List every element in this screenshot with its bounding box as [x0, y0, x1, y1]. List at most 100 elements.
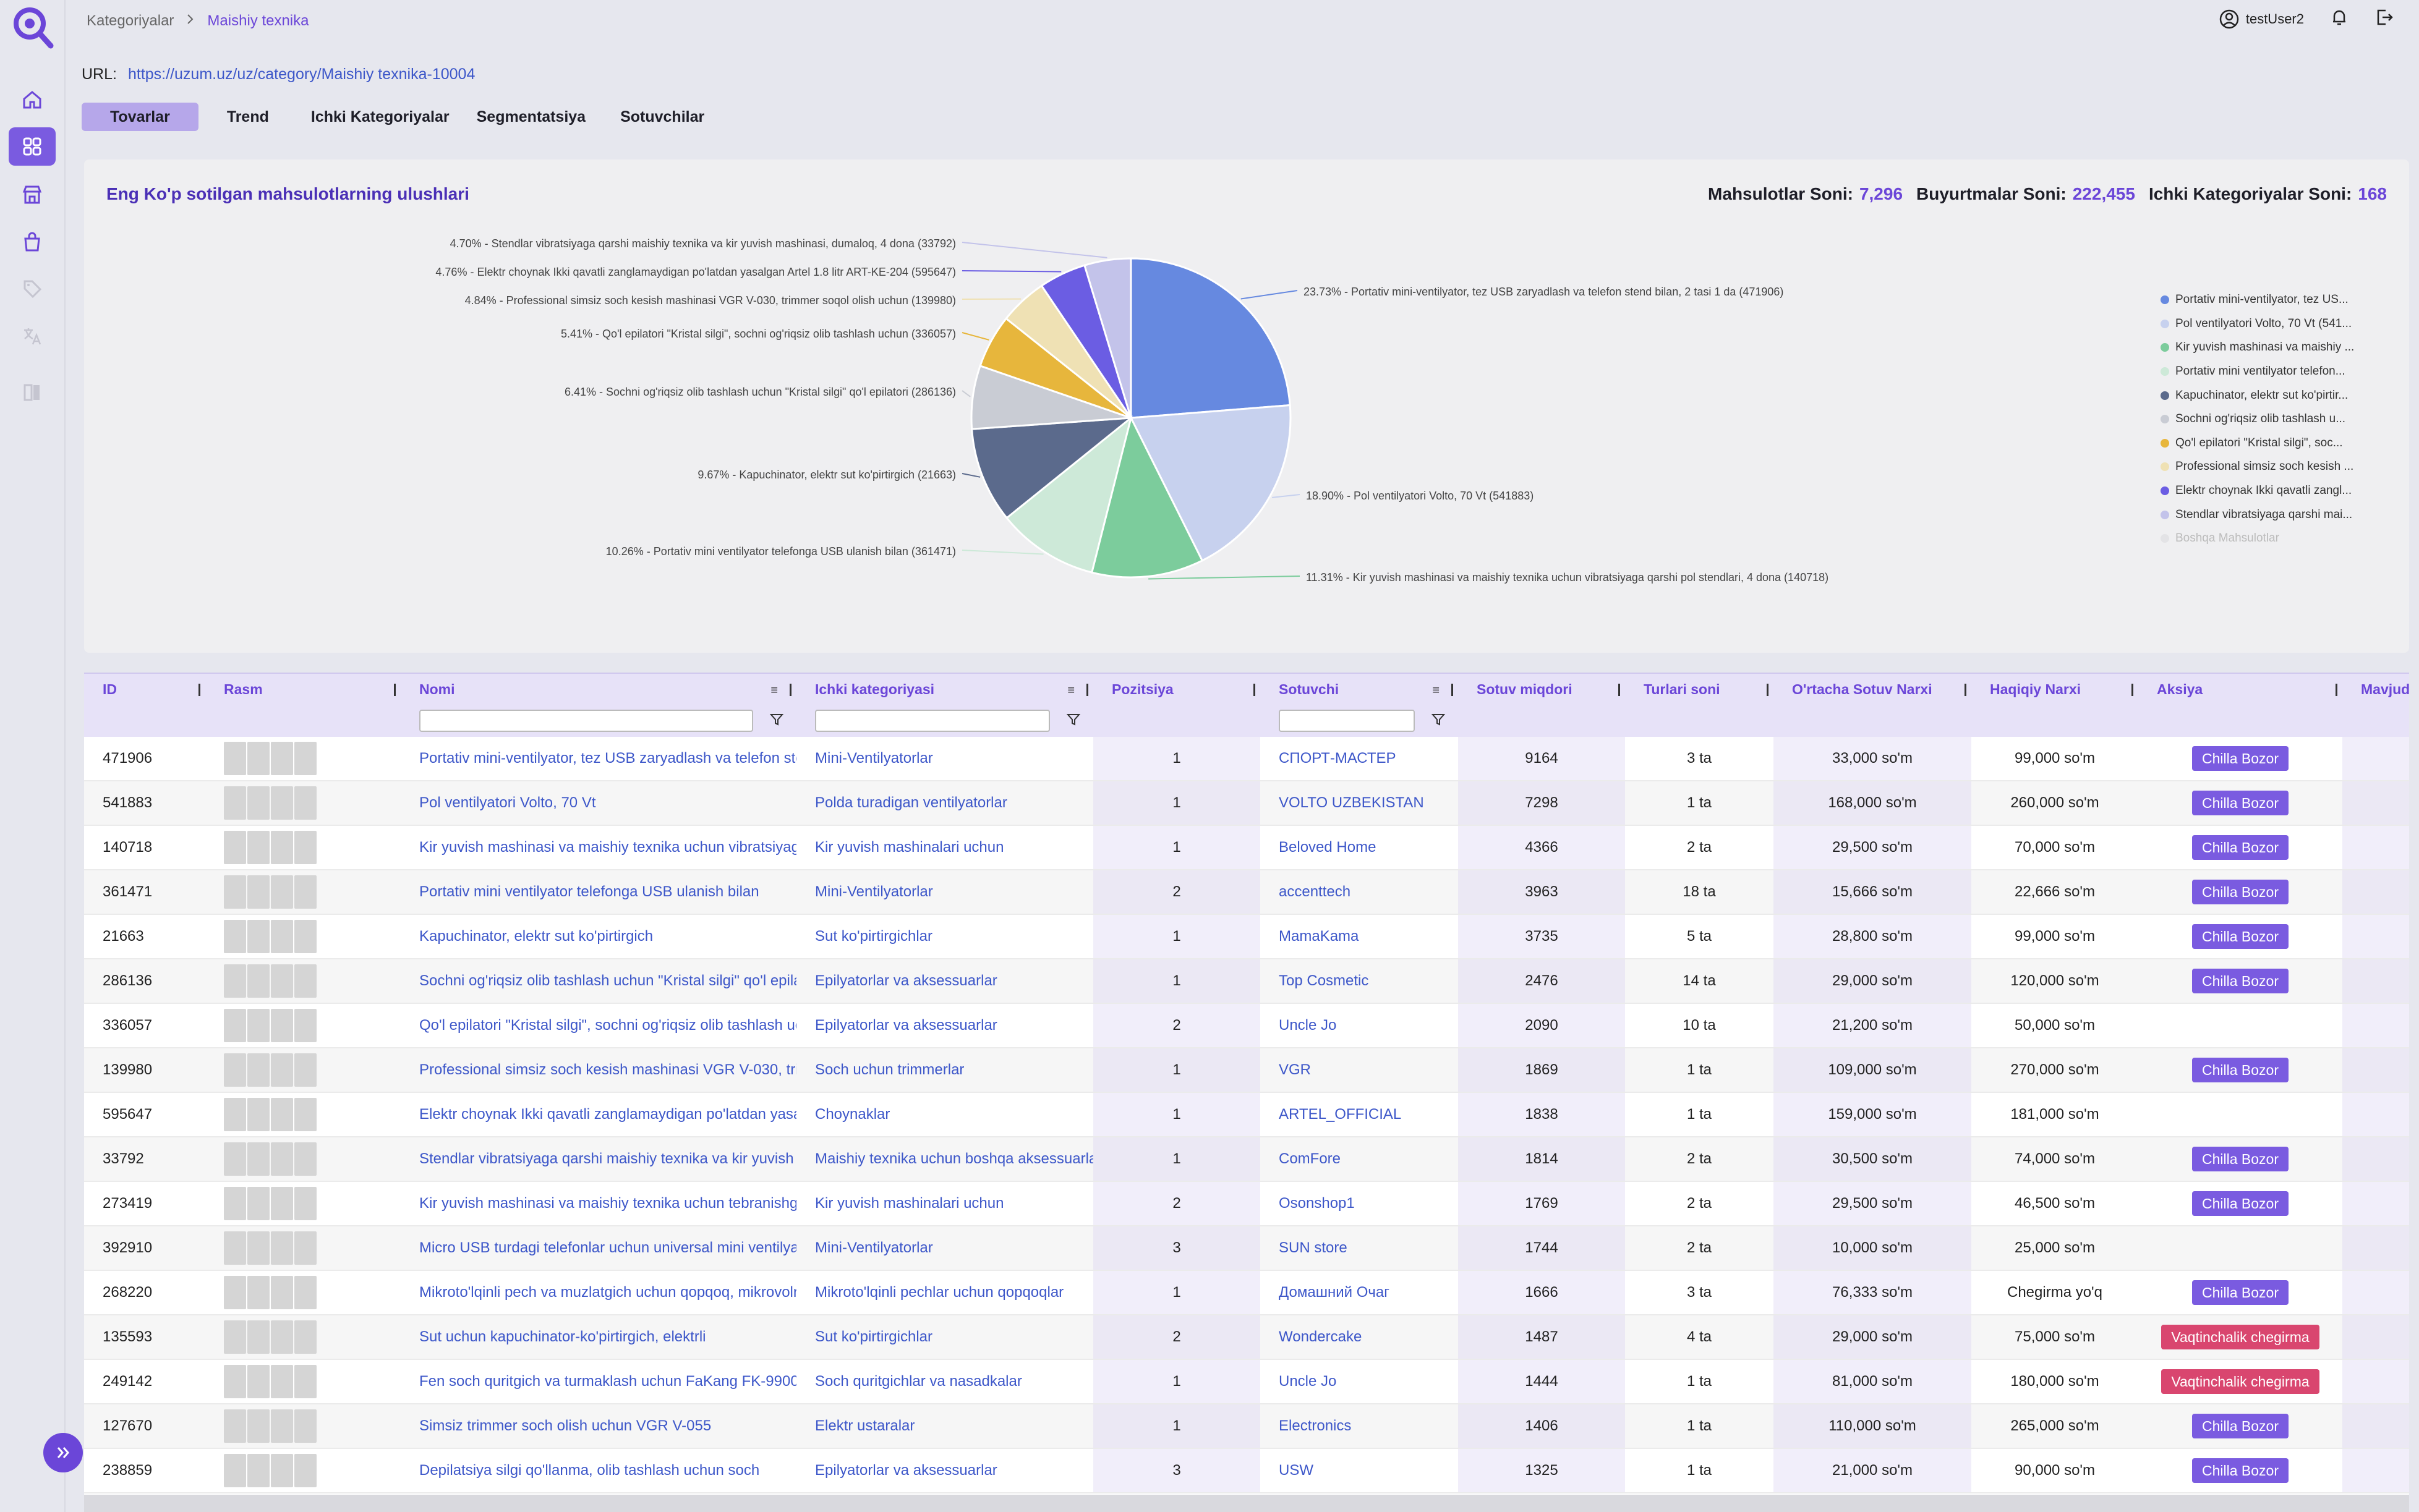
table-cell-sotuvchi[interactable]: Uncle Jo	[1260, 1360, 1458, 1403]
table-cell-nomi[interactable]: Simsiz trimmer soch olish uchun VGR V-05…	[401, 1404, 796, 1448]
column-header[interactable]: Mavjud miqdori	[2342, 674, 2409, 705]
table-cell-sotuvchi[interactable]: СПОРТ-МАСТЕР	[1260, 737, 1458, 780]
store-icon[interactable]	[9, 176, 56, 214]
home-icon[interactable]	[9, 80, 56, 119]
product-thumbnail[interactable]	[224, 920, 317, 953]
column-resize-handle[interactable]	[2336, 684, 2337, 696]
tab-tovarlar[interactable]: Tovarlar	[82, 103, 198, 131]
product-thumbnail[interactable]	[224, 1276, 317, 1309]
table-cell-nomi[interactable]: Qo'l epilatori "Kristal silgi", sochni o…	[401, 1004, 796, 1047]
legend-item[interactable]: Kapuchinator, elektr sut ko'pirtir...	[2161, 383, 2371, 407]
column-resize-handle[interactable]	[1253, 684, 1255, 696]
column-menu-icon[interactable]: ≡	[1067, 684, 1075, 698]
column-filter-input[interactable]	[419, 710, 753, 732]
product-thumbnail[interactable]	[224, 875, 317, 909]
table-cell-ichki-kategoriyasi[interactable]: Maishiy texnika uchun boshqa aksessuarla…	[796, 1137, 1093, 1181]
product-thumbnail[interactable]	[224, 1231, 317, 1265]
table-cell-nomi[interactable]: Pol ventilyatori Volto, 70 Vt	[401, 781, 796, 825]
legend-item[interactable]: Pol ventilyatori Volto, 70 Vt (541...	[2161, 312, 2371, 336]
column-header[interactable]: Haqiqiy Narxi	[1971, 674, 2138, 705]
column-resize-handle[interactable]	[1618, 684, 1620, 696]
column-menu-icon[interactable]: ≡	[1432, 684, 1440, 698]
table-cell-ichki-kategoriyasi[interactable]: Elektr ustaralar	[796, 1404, 1093, 1448]
legend-item[interactable]: Sochni og'riqsiz olib tashlash u...	[2161, 407, 2371, 431]
table-row[interactable]: 127670 Simsiz trimmer soch olish uchun VG…	[84, 1404, 2409, 1449]
column-header[interactable]: Turlari soni	[1625, 674, 1773, 705]
table-row[interactable]: 595647 Elektr choynak Ikki qavatli zangla…	[84, 1093, 2409, 1137]
shopping-bag-icon[interactable]	[9, 223, 56, 261]
table-cell-sotuvchi[interactable]: Top Cosmetic	[1260, 959, 1458, 1003]
column-resize-handle[interactable]	[790, 684, 791, 696]
table-cell-nomi[interactable]: Mikroto'lqinli pech va muzlatgich uchun …	[401, 1271, 796, 1314]
table-cell-nomi[interactable]: Elektr choynak Ikki qavatli zanglamaydig…	[401, 1093, 796, 1136]
table-row[interactable]: 33792 Stendlar vibratsiyaga qarshi maishi…	[84, 1137, 2409, 1182]
legend-item[interactable]: Kir yuvish mashinasi va maishiy ...	[2161, 336, 2371, 360]
product-thumbnail[interactable]	[224, 1365, 317, 1398]
table-cell-ichki-kategoriyasi[interactable]: Sut ko'pirtirgichlar	[796, 915, 1093, 958]
product-thumbnail[interactable]	[224, 1098, 317, 1131]
table-cell-sotuvchi[interactable]: MamaKama	[1260, 915, 1458, 958]
table-cell-ichki-kategoriyasi[interactable]: Mini-Ventilyatorlar	[796, 1226, 1093, 1270]
table-cell-ichki-kategoriyasi[interactable]: Epilyatorlar va aksessuarlar	[796, 959, 1093, 1003]
categories-icon[interactable]	[9, 127, 56, 166]
column-header[interactable]: Ichki kategoriyasi ≡	[796, 674, 1093, 705]
column-resize-handle[interactable]	[1767, 684, 1768, 696]
tag-icon[interactable]	[9, 270, 56, 308]
table-row[interactable]: 21663 Kapuchinator, elektr sut ko'pirtirg…	[84, 915, 2409, 959]
product-thumbnail[interactable]	[224, 964, 317, 998]
table-cell-sotuvchi[interactable]: ComFore	[1260, 1137, 1458, 1181]
column-filter-input[interactable]	[815, 710, 1050, 732]
table-row[interactable]: 238859 Depilatsiya silgi qo'llanma, olib …	[84, 1449, 2409, 1493]
table-cell-sotuvchi[interactable]: VGR	[1260, 1048, 1458, 1092]
product-thumbnail[interactable]	[224, 1409, 317, 1443]
filter-icon[interactable]	[1066, 712, 1081, 727]
table-row[interactable]: 249142 Fen soch quritgich va turmaklash u…	[84, 1360, 2409, 1404]
table-cell-nomi[interactable]: Depilatsiya silgi qo'llanma, olib tashla…	[401, 1449, 796, 1492]
product-thumbnail[interactable]	[224, 1320, 317, 1354]
table-cell-ichki-kategoriyasi[interactable]: Kir yuvish mashinalari uchun	[796, 1182, 1093, 1225]
table-cell-ichki-kategoriyasi[interactable]: Kir yuvish mashinalari uchun	[796, 826, 1093, 869]
table-row[interactable]: 361471 Portativ mini ventilyator telefong…	[84, 870, 2409, 915]
table-cell-sotuvchi[interactable]: Electronics	[1260, 1404, 1458, 1448]
product-thumbnail[interactable]	[224, 1053, 317, 1087]
table-row[interactable]: 286136 Sochni og'riqsiz olib tashlash uch…	[84, 959, 2409, 1004]
table-cell-nomi[interactable]: Kir yuvish mashinasi va maishiy texnika …	[401, 826, 796, 869]
tab-sotuvchilar[interactable]: Sotuvchilar	[599, 103, 725, 131]
product-thumbnail[interactable]	[224, 831, 317, 864]
table-cell-sotuvchi[interactable]: Osonshop1	[1260, 1182, 1458, 1225]
breadcrumb-parent[interactable]: Kategoriyalar	[87, 12, 174, 30]
table-cell-sotuvchi[interactable]: Beloved Home	[1260, 826, 1458, 869]
column-header[interactable]: O'rtacha Sotuv Narxi	[1773, 674, 1971, 705]
table-cell-nomi[interactable]: Sochni og'riqsiz olib tashlash uchun "Kr…	[401, 959, 796, 1003]
logo-icon[interactable]	[11, 5, 54, 51]
column-filter-input[interactable]	[1279, 710, 1415, 732]
table-cell-sotuvchi[interactable]: USW	[1260, 1449, 1458, 1492]
column-header[interactable]: Pozitsiya	[1093, 674, 1260, 705]
table-cell-ichki-kategoriyasi[interactable]: Sut ko'pirtirgichlar	[796, 1315, 1093, 1359]
table-cell-sotuvchi[interactable]: Wondercake	[1260, 1315, 1458, 1359]
legend-item-other[interactable]: Boshqa Mahsulotlar	[2161, 527, 2371, 551]
legend-item[interactable]: Professional simsiz soch kesish ...	[2161, 455, 2371, 479]
table-cell-nomi[interactable]: Portativ mini-ventilyator, tez USB zarya…	[401, 737, 796, 780]
table-cell-sotuvchi[interactable]: Uncle Jo	[1260, 1004, 1458, 1047]
column-header[interactable]: Aksiya	[2138, 674, 2342, 705]
table-cell-ichki-kategoriyasi[interactable]: Mini-Ventilyatorlar	[796, 870, 1093, 914]
table-cell-nomi[interactable]: Kapuchinator, elektr sut ko'pirtirgich	[401, 915, 796, 958]
table-row[interactable]: 139980 Professional simsiz soch kesish ma…	[84, 1048, 2409, 1093]
table-cell-ichki-kategoriyasi[interactable]: Mikroto'lqinli pechlar uchun qopqoqlar	[796, 1271, 1093, 1314]
column-header[interactable]: Nomi ≡	[401, 674, 796, 705]
column-resize-handle[interactable]	[394, 684, 396, 696]
filter-icon[interactable]	[1431, 712, 1446, 727]
legend-item[interactable]: Elektr choynak Ikki qavatli zangl...	[2161, 479, 2371, 503]
table-row[interactable]: 273419 Kir yuvish mashinasi va maishiy te…	[84, 1182, 2409, 1226]
table-row[interactable]: 541883 Pol ventilyatori Volto, 70 Vt Polda…	[84, 781, 2409, 826]
column-resize-handle[interactable]	[2131, 684, 2133, 696]
table-cell-sotuvchi[interactable]: VOLTO UZBEKISTAN	[1260, 781, 1458, 825]
product-thumbnail[interactable]	[224, 786, 317, 820]
product-thumbnail[interactable]	[224, 1009, 317, 1042]
table-cell-ichki-kategoriyasi[interactable]: Epilyatorlar va aksessuarlar	[796, 1004, 1093, 1047]
legend-item[interactable]: Qo'l epilatori "Kristal silgi", soc...	[2161, 431, 2371, 456]
table-cell-nomi[interactable]: Kir yuvish mashinasi va maishiy texnika …	[401, 1182, 796, 1225]
table-row[interactable]: 392910 Micro USB turdagi telefonlar uchun…	[84, 1226, 2409, 1271]
legend-item[interactable]: Portativ mini ventilyator telefon...	[2161, 360, 2371, 384]
